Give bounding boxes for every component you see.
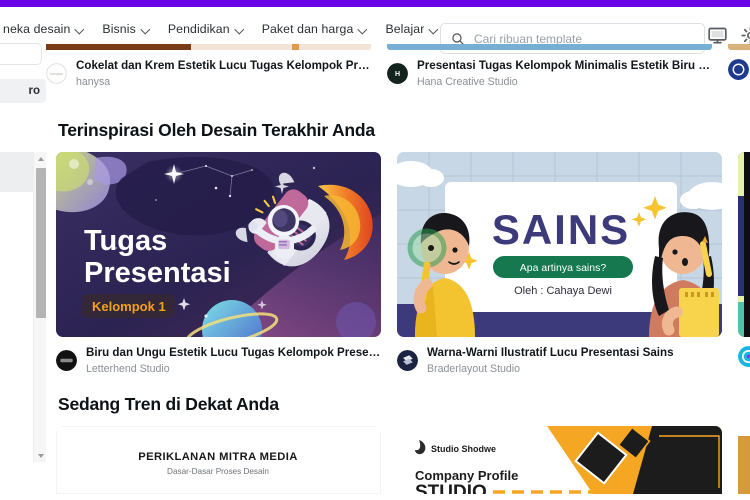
- svg-text:Company Profile: Company Profile: [415, 468, 518, 483]
- avatar: [728, 59, 749, 80]
- avatar: [738, 346, 750, 367]
- canva-template-browser: neka desain Bisnis Pendidikan Paket dan …: [0, 0, 750, 500]
- left-rail-card-fragment: [0, 43, 42, 65]
- nav-item-aneka-desain[interactable]: neka desain: [0, 16, 93, 42]
- dark-template-artwork: [738, 152, 750, 337]
- nav-label: Pendidikan: [167, 22, 230, 36]
- pro-badge[interactable]: ro: [0, 79, 46, 103]
- scrollbar-thumb[interactable]: [35, 168, 46, 318]
- template-card[interactable]: PERIKLANAN MITRA MEDIA Dasar-Dasar Prose…: [56, 426, 381, 494]
- card-author: Hana Creative Studio: [417, 75, 518, 88]
- science-illustration-artwork: SAINS Apa artinya sains? Oleh : Cahaya D…: [397, 152, 722, 337]
- nav-item-bisnis[interactable]: Bisnis: [93, 16, 158, 42]
- space-astronaut-artwork: Tugas Presentasi Kelompok 1: [56, 152, 381, 337]
- section-title: Terinspirasi Oleh Desain Terakhir Anda: [58, 120, 375, 140]
- avatar: [397, 350, 418, 372]
- thumbnail-bottom-strip: [387, 44, 712, 50]
- vertical-scrollbar[interactable]: [33, 152, 46, 462]
- svg-text:Dasar-Dasar Proses Desain: Dasar-Dasar Proses Desain: [167, 467, 269, 476]
- template-card[interactable]: SAINS Apa artinya sains? Oleh : Cahaya D…: [397, 152, 722, 376]
- section-title: Sedang Tren di Dekat Anda: [58, 394, 279, 414]
- svg-text:Studio Shodwe: Studio Shodwe: [431, 444, 496, 454]
- advertising-title-artwork: PERIKLANAN MITRA MEDIA Dasar-Dasar Prose…: [56, 426, 381, 494]
- trending-card-row: PERIKLANAN MITRA MEDIA Dasar-Dasar Prose…: [56, 426, 750, 494]
- card-author: hanysa: [76, 75, 111, 88]
- avatar: H: [387, 63, 408, 85]
- svg-text:Oleh : Cahaya Dewi: Oleh : Cahaya Dewi: [514, 285, 612, 297]
- template-card[interactable]: H Presentasi Tugas Kelompok Minimalis Es…: [387, 44, 712, 89]
- template-card[interactable]: Studio Shodwe Company Profile STUDIO: [397, 426, 722, 494]
- card-meta: H Presentasi Tugas Kelompok Minimalis Es…: [387, 59, 712, 89]
- template-card-partial[interactable]: [738, 426, 750, 494]
- template-feed: hanysa Cokelat dan Krem Estetik Lucu Tug…: [46, 44, 750, 500]
- nav-item-pendidikan[interactable]: Pendidikan: [159, 16, 253, 42]
- template-card-partial[interactable]: [728, 44, 750, 89]
- svg-text:Tugas: Tugas: [84, 225, 167, 257]
- card-title: Warna-Warni Ilustratif Lucu Presentasi S…: [427, 346, 674, 359]
- svg-text:Apa artinya sains?: Apa artinya sains?: [520, 262, 607, 274]
- template-thumbnail[interactable]: [738, 152, 750, 337]
- card-meta: Biru dan Ungu Estetik Lucu Tugas Kelompo…: [56, 346, 381, 376]
- svg-text:SAINS: SAINS: [492, 206, 630, 253]
- svg-text:PERIKLANAN MITRA MEDIA: PERIKLANAN MITRA MEDIA: [138, 451, 297, 463]
- brand-accent-bar: [0, 0, 750, 7]
- template-card[interactable]: hanysa Cokelat dan Krem Estetik Lucu Tug…: [46, 44, 371, 89]
- nav-item-paket-dan-harga[interactable]: Paket dan harga: [253, 16, 377, 42]
- card-meta: Warna-Warni Ilustratif Lucu Presentasi S…: [397, 346, 722, 376]
- section-heading-inspired: Terinspirasi Oleh Desain Terakhir Anda: [58, 120, 375, 141]
- svg-text:hanysa: hanysa: [50, 72, 63, 76]
- template-card[interactable]: Tugas Presentasi Kelompok 1 Biru dan Ung…: [56, 152, 381, 376]
- card-author: Braderlayout Studio: [427, 362, 521, 375]
- company-profile-artwork: Studio Shodwe Company Profile STUDIO: [397, 426, 722, 494]
- card-author: Letterhend Studio: [86, 362, 170, 375]
- nav-label: Bisnis: [102, 22, 136, 36]
- card-meta: hanysa Cokelat dan Krem Estetik Lucu Tug…: [46, 59, 371, 89]
- card-title: Biru dan Ungu Estetik Lucu Tugas Kelompo…: [86, 346, 381, 359]
- svg-text:Presentasi: Presentasi: [84, 257, 231, 289]
- card-title: Cokelat dan Krem Estetik Lucu Tugas Kelo…: [76, 59, 371, 72]
- left-rail-block-fragment: [0, 152, 36, 192]
- template-thumbnail[interactable]: SAINS Apa artinya sains? Oleh : Cahaya D…: [397, 152, 722, 337]
- card-title: Presentasi Tugas Kelompok Minimalis Este…: [417, 59, 712, 72]
- header-icon-group: [707, 25, 750, 46]
- nav-label: Paket dan harga: [261, 22, 354, 36]
- chevron-down-icon: [358, 25, 367, 34]
- main-navigation: neka desain Bisnis Pendidikan Paket dan …: [0, 16, 447, 42]
- svg-text:Kelompok 1: Kelompok 1: [92, 299, 166, 314]
- svg-text:STUDIO: STUDIO: [415, 482, 487, 494]
- chevron-down-icon: [429, 25, 438, 34]
- orange-template-artwork: [738, 426, 750, 494]
- nav-label: Belajar: [385, 22, 425, 36]
- chevron-down-icon: [141, 25, 150, 34]
- template-thumbnail[interactable]: Tugas Presentasi Kelompok 1: [56, 152, 381, 337]
- template-thumbnail[interactable]: Studio Shodwe Company Profile STUDIO: [397, 426, 722, 494]
- inspired-card-row: Tugas Presentasi Kelompok 1 Biru dan Ung…: [56, 152, 750, 376]
- gear-icon[interactable]: [740, 25, 750, 46]
- pro-badge-label: ro: [28, 85, 41, 97]
- avatar: [56, 350, 77, 372]
- monitor-icon[interactable]: [707, 25, 728, 46]
- chevron-down-icon: [75, 25, 84, 34]
- nav-label: neka desain: [3, 22, 71, 36]
- thumbnail-bottom-strip: [46, 44, 371, 50]
- template-thumbnail[interactable]: PERIKLANAN MITRA MEDIA Dasar-Dasar Prose…: [56, 426, 381, 494]
- clipped-card-row: hanysa Cokelat dan Krem Estetik Lucu Tug…: [46, 44, 750, 89]
- avatar: hanysa: [46, 63, 67, 85]
- chevron-down-icon: [235, 25, 244, 34]
- template-thumbnail[interactable]: [738, 426, 750, 494]
- template-card-partial[interactable]: [738, 152, 750, 376]
- svg-text:H: H: [395, 71, 400, 78]
- section-heading-trending: Sedang Tren di Dekat Anda: [58, 394, 279, 415]
- nav-item-belajar[interactable]: Belajar: [376, 16, 447, 42]
